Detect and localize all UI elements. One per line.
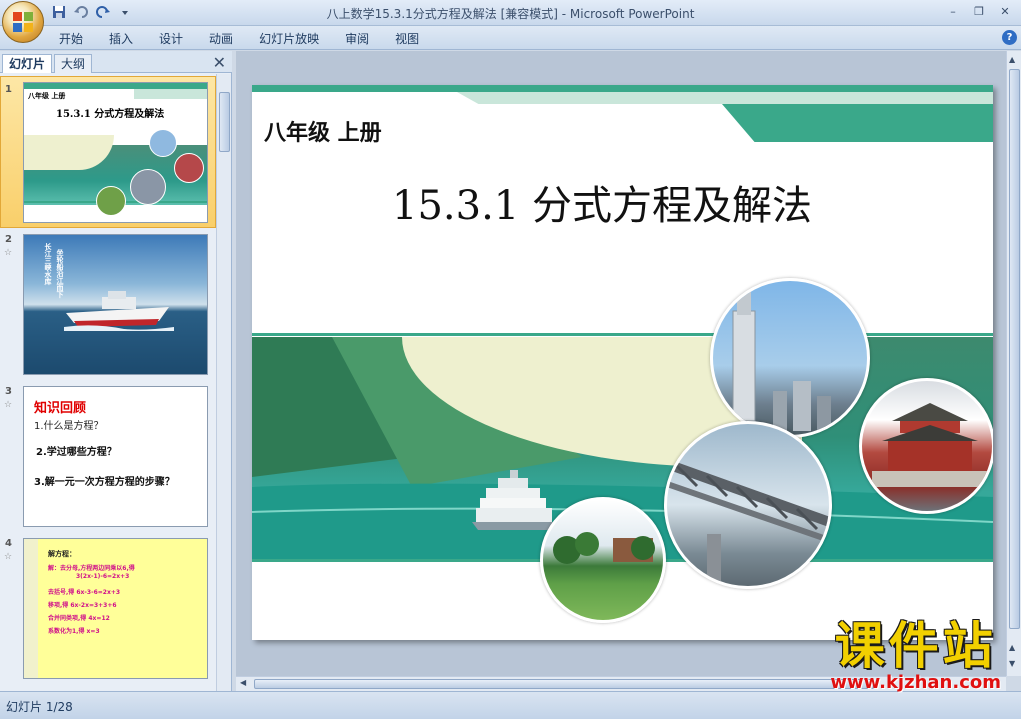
window-controls: – ❐ ✕ bbox=[941, 3, 1017, 21]
thumb4-line4: 去括号,得 6x-3-6=2x+3 bbox=[48, 589, 121, 596]
thumbnail-number: 1 bbox=[5, 84, 12, 95]
thumb3-q3: 3.解一元一次方程方程的步骤？ bbox=[34, 477, 175, 488]
scrollbar-thumb[interactable] bbox=[219, 92, 230, 152]
top-stripe bbox=[457, 92, 993, 104]
redo-icon[interactable] bbox=[94, 3, 112, 21]
thumbnail-slide-4[interactable]: 解方程： 解：去分母,方程两边同乘以6,得 3(2x-1)-6=2x+3 去括号… bbox=[23, 538, 208, 679]
bridge-photo bbox=[664, 421, 832, 589]
undo-icon[interactable] bbox=[72, 3, 90, 21]
site-watermark: 课件站 www.kjzhan.com bbox=[830, 620, 1001, 693]
thumbnail-list: 1 八年级 上册 15.3.1 分式方程及解法 2 ☆ 长江三峡水库 坐轮船沿江… bbox=[0, 74, 216, 691]
scrollbar-thumb[interactable] bbox=[254, 679, 874, 689]
grade-label: 八年级 上册 bbox=[264, 120, 382, 146]
watermark-brand: 课件站 bbox=[834, 617, 997, 675]
ribbon: 开始 插入 设计 动画 幻灯片放映 审阅 视图 ? bbox=[0, 26, 1021, 50]
watermark-url: www.kjzhan.com bbox=[830, 672, 1001, 693]
office-button[interactable] bbox=[2, 1, 44, 43]
top-accent-band bbox=[252, 85, 993, 92]
save-icon[interactable] bbox=[50, 3, 68, 21]
status-bar: 幻灯片 1/28 bbox=[0, 691, 1021, 719]
office-logo-icon bbox=[13, 12, 33, 32]
close-pane-icon[interactable]: ✕ bbox=[213, 53, 226, 72]
tower-photo bbox=[710, 278, 870, 438]
thumb1-grade: 八年级 上册 bbox=[28, 91, 66, 100]
thumb3-q2: 2.学过哪些方程？ bbox=[36, 447, 117, 458]
animation-star-icon: ☆ bbox=[4, 248, 13, 258]
tab-view[interactable]: 视图 bbox=[382, 30, 432, 48]
tab-slides[interactable]: 幻灯片 bbox=[2, 54, 53, 73]
scrollbar-thumb[interactable] bbox=[1009, 69, 1020, 629]
tab-animations[interactable]: 动画 bbox=[196, 30, 246, 48]
thumb4-line5: 移项,得 6x-2x=3+3+6 bbox=[48, 602, 117, 609]
help-icon[interactable]: ? bbox=[1002, 30, 1017, 45]
thumb4-line7: 系数化为1,得 x=3 bbox=[48, 628, 100, 635]
tab-outline[interactable]: 大纲 bbox=[54, 54, 93, 73]
pane-tabs: 幻灯片 大纲 ✕ bbox=[0, 51, 232, 73]
window-title: 八上数学15.3.1分式方程及解法 [兼容模式] - Microsoft Pow… bbox=[326, 7, 695, 21]
thumb4-line3: 3(2x-1)-6=2x+3 bbox=[76, 573, 130, 580]
ferry-icon bbox=[472, 470, 554, 530]
thumbnail-scrollbar[interactable] bbox=[216, 74, 231, 691]
animation-star-icon: ☆ bbox=[4, 552, 13, 562]
thumbnail-number: 4 bbox=[5, 538, 12, 549]
thumb4-line2: 解：去分母,方程两边同乘以6,得 bbox=[48, 565, 135, 572]
tab-slide-show[interactable]: 幻灯片放映 bbox=[246, 30, 332, 48]
title-bar: 八上数学15.3.1分式方程及解法 [兼容模式] - Microsoft Pow… bbox=[0, 0, 1021, 26]
scroll-up-icon[interactable]: ▲ bbox=[1009, 55, 1015, 64]
close-button[interactable]: ✕ bbox=[993, 3, 1017, 21]
thumb2-caption-2: 坐轮船沿江而下 bbox=[56, 249, 64, 298]
thumb1-title: 15.3.1 分式方程及解法 bbox=[56, 109, 165, 120]
tab-home[interactable]: 开始 bbox=[46, 30, 96, 48]
thumb4-line1: 解方程： bbox=[48, 550, 76, 558]
thumb2-caption-1: 长江三峡水库 bbox=[44, 243, 52, 285]
thumbnail-slide-1[interactable]: 八年级 上册 15.3.1 分式方程及解法 bbox=[23, 82, 208, 223]
slide-counter: 幻灯片 1/28 bbox=[6, 700, 73, 714]
quick-access-toolbar bbox=[50, 3, 134, 21]
divider-line bbox=[252, 333, 993, 336]
current-slide[interactable]: 八年级 上册 15.3.1 分式方程及解法 bbox=[252, 85, 993, 640]
restore-button[interactable]: ❐ bbox=[967, 3, 991, 21]
top-right-band bbox=[722, 104, 993, 142]
thumb3-q1: 1.什么是方程？ bbox=[34, 421, 104, 432]
ferry-boat-icon bbox=[64, 291, 174, 331]
next-slide-icon[interactable]: ▼ bbox=[1009, 659, 1015, 668]
thumb4-line6: 合并同类项,得 4x=12 bbox=[48, 615, 110, 622]
thumbnail-number: 3 bbox=[5, 386, 12, 397]
palace-photo bbox=[859, 378, 993, 514]
scroll-left-icon[interactable]: ◀ bbox=[240, 678, 246, 687]
customize-toolbar-icon[interactable] bbox=[116, 3, 134, 21]
slides-pane: 幻灯片 大纲 ✕ 1 八年级 上册 15.3.1 分式方程及解法 2 ☆ 长江三… bbox=[0, 51, 232, 691]
thumbnail-number: 2 bbox=[5, 234, 12, 245]
slide-editor: 八年级 上册 15.3.1 分式方程及解法 bbox=[236, 51, 1006, 676]
minimize-button[interactable]: – bbox=[941, 3, 965, 21]
previous-slide-icon[interactable]: ▲ bbox=[1009, 643, 1015, 652]
animation-star-icon: ☆ bbox=[4, 400, 13, 410]
tab-insert[interactable]: 插入 bbox=[96, 30, 146, 48]
thumbnail-slide-3[interactable]: 知识回顾 1.什么是方程？ 2.学过哪些方程？ 3.解一元一次方程方程的步骤？ bbox=[23, 386, 208, 527]
tab-design[interactable]: 设计 bbox=[146, 30, 196, 48]
thumb3-heading: 知识回顾 bbox=[34, 401, 87, 416]
thumbnail-slide-2[interactable]: 长江三峡水库 坐轮船沿江而下 bbox=[23, 234, 208, 375]
slide-vertical-scrollbar[interactable]: ▲ ▲ ▼ bbox=[1006, 51, 1021, 676]
tab-review[interactable]: 审阅 bbox=[332, 30, 382, 48]
ribbon-tabs: 开始 插入 设计 动画 幻灯片放映 审阅 视图 bbox=[46, 30, 432, 48]
slide-title: 15.3.1 分式方程及解法 bbox=[392, 183, 812, 229]
campus-photo bbox=[540, 497, 666, 623]
